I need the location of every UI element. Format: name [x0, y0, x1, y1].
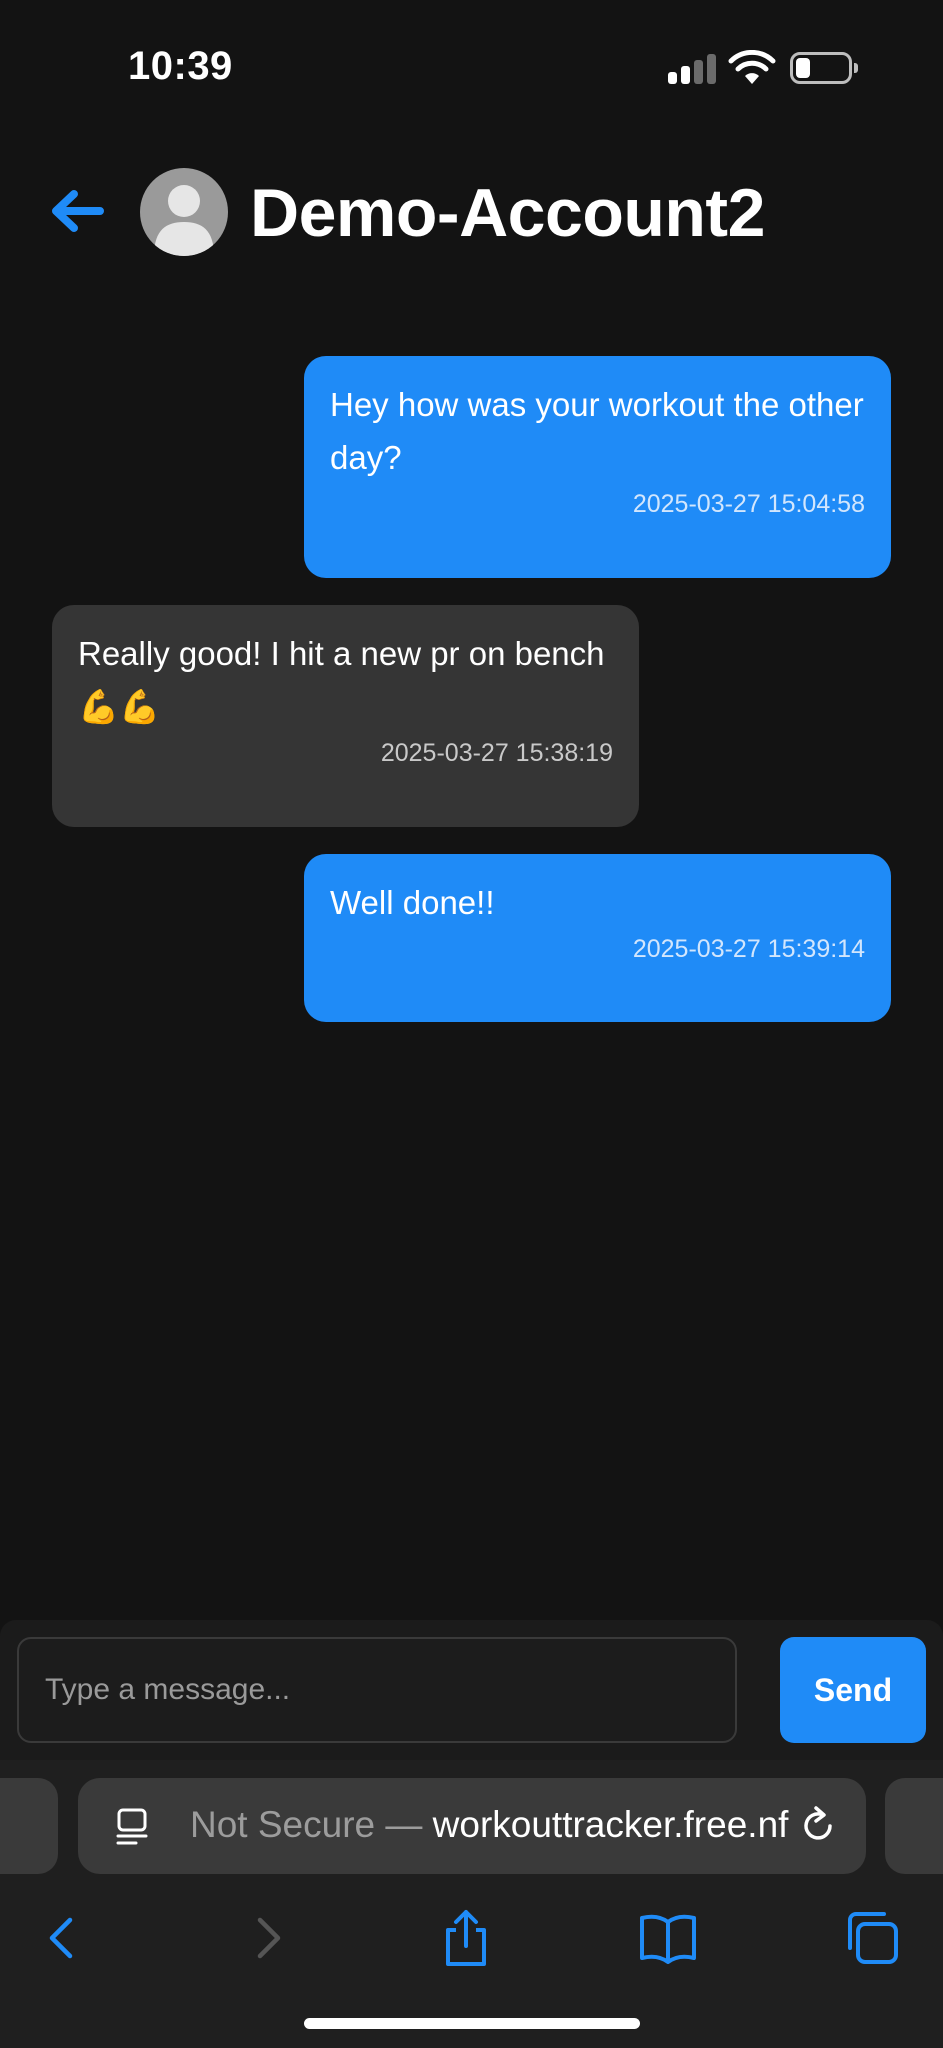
cellular-signal-icon	[668, 54, 716, 84]
browser-chrome: Not Secure — workouttracker.free.nf	[0, 1760, 943, 2048]
next-tab[interactable]	[885, 1778, 943, 1874]
forward-chevron-icon[interactable]	[238, 1908, 298, 1968]
send-button[interactable]: Send	[780, 1637, 926, 1743]
message-timestamp: 2025-03-27 15:39:14	[632, 935, 865, 963]
bookmarks-icon[interactable]	[638, 1908, 698, 1968]
status-bar: 10:39	[0, 0, 943, 140]
tabs-icon[interactable]	[842, 1908, 902, 1968]
browser-toolbar	[0, 1894, 943, 1984]
security-label: Not Secure —	[190, 1804, 433, 1845]
avatar[interactable]	[140, 168, 228, 256]
status-time: 10:39	[128, 44, 233, 88]
home-indicator[interactable]	[304, 2018, 640, 2029]
url-text[interactable]: Not Secure — workouttracker.free.nf	[190, 1804, 790, 1846]
wifi-icon	[728, 50, 776, 84]
back-arrow-icon[interactable]	[48, 186, 104, 236]
message-composer: Send	[0, 1620, 943, 1760]
share-icon[interactable]	[436, 1908, 496, 1968]
message-bubble-sent[interactable]: Well done!! 2025-03-27 15:39:14	[304, 854, 891, 1022]
message-text: Hey how was your workout the other day?	[330, 386, 864, 476]
message-text: Well done!!	[330, 884, 495, 921]
url-domain: workouttracker.free.nf	[432, 1804, 789, 1845]
message-timestamp: 2025-03-27 15:38:19	[380, 739, 613, 767]
address-bar[interactable]: Not Secure — workouttracker.free.nf	[78, 1778, 866, 1874]
message-bubble-received[interactable]: Really good! I hit a new pr on bench 💪💪 …	[52, 605, 639, 827]
battery-icon	[790, 52, 858, 84]
user-silhouette-icon	[154, 185, 214, 256]
message-bubble-sent[interactable]: Hey how was your workout the other day? …	[304, 356, 891, 578]
page-menu-icon[interactable]	[114, 1808, 150, 1846]
chat-header: Demo-Account2	[0, 160, 943, 270]
reload-icon[interactable]	[796, 1804, 840, 1848]
previous-tab[interactable]	[0, 1778, 58, 1874]
contact-name: Demo-Account2	[250, 175, 765, 251]
message-timestamp: 2025-03-27 15:04:58	[632, 490, 865, 518]
message-input[interactable]	[17, 1637, 737, 1743]
back-chevron-icon[interactable]	[32, 1908, 92, 1968]
message-text: Really good! I hit a new pr on bench 💪💪	[78, 635, 605, 725]
